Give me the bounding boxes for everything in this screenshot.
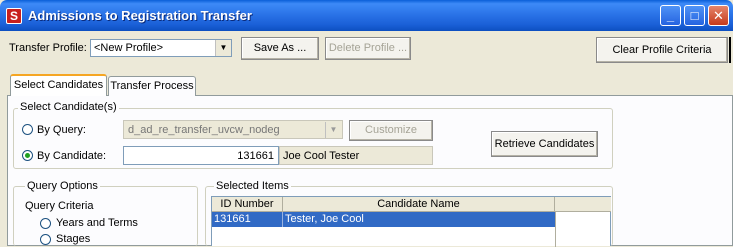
customize-button[interactable]: Customize bbox=[349, 120, 433, 141]
years-terms-label: Years and Terms bbox=[56, 217, 138, 229]
column-header-name[interactable]: Candidate Name bbox=[283, 197, 555, 212]
by-query-radio[interactable] bbox=[22, 124, 33, 135]
column-header-id[interactable]: ID Number bbox=[212, 197, 283, 212]
query-value: d_ad_re_transfer_uvcw_nodeg bbox=[128, 124, 280, 136]
delete-profile-button[interactable]: Delete Profile ... bbox=[325, 37, 411, 60]
candidate-id-value: 131661 bbox=[237, 150, 274, 162]
candidate-id-field[interactable]: 131661 bbox=[123, 146, 279, 165]
clear-profile-criteria-button[interactable]: Clear Profile Criteria bbox=[596, 37, 728, 63]
query-criteria-label: Query Criteria bbox=[25, 200, 94, 212]
window-title: Admissions to Registration Transfer bbox=[28, 8, 252, 23]
selected-items-table[interactable]: ID Number Candidate Name 131661 Tester, … bbox=[211, 196, 611, 247]
candidate-name-field: Joe Cool Tester bbox=[279, 146, 433, 165]
query-dropdown[interactable]: d_ad_re_transfer_uvcw_nodeg ▼ bbox=[123, 120, 343, 139]
stages-label: Stages bbox=[56, 233, 91, 245]
tab-select-candidates[interactable]: Select Candidates bbox=[10, 74, 107, 96]
column-divider bbox=[555, 212, 556, 247]
app-icon: S bbox=[6, 8, 22, 24]
maximize-button[interactable]: □ bbox=[684, 5, 705, 26]
minimize-button[interactable]: _ bbox=[660, 5, 681, 26]
transfer-profile-label: Transfer Profile: bbox=[9, 42, 87, 54]
chevron-down-icon[interactable]: ▼ bbox=[325, 122, 341, 138]
by-candidate-label: By Candidate: bbox=[37, 150, 107, 162]
query-options-group-title: Query Options bbox=[25, 180, 100, 192]
transfer-profile-value: <New Profile> bbox=[94, 42, 164, 54]
table-row[interactable]: 131661 Tester, Joe Cool bbox=[212, 212, 555, 227]
transfer-profile-dropdown[interactable]: <New Profile> ▼ bbox=[90, 39, 232, 57]
select-candidates-group-title: Select Candidate(s) bbox=[18, 101, 119, 113]
save-as-button[interactable]: Save As ... bbox=[241, 37, 319, 60]
row-id: 131661 bbox=[214, 213, 251, 225]
stages-radio[interactable] bbox=[40, 234, 51, 245]
candidate-name-value: Joe Cool Tester bbox=[283, 150, 360, 162]
tab-transfer-process[interactable]: Transfer Process bbox=[108, 76, 196, 96]
row-name: Tester, Joe Cool bbox=[285, 213, 364, 225]
row-divider bbox=[282, 212, 283, 227]
retrieve-candidates-button[interactable]: Retrieve Candidates bbox=[491, 131, 598, 157]
years-terms-radio[interactable] bbox=[40, 218, 51, 229]
chevron-down-icon[interactable]: ▼ bbox=[215, 40, 231, 56]
selected-items-group-title: Selected Items bbox=[214, 180, 291, 192]
toolbar-separator bbox=[729, 37, 731, 63]
column-header-empty bbox=[555, 197, 611, 212]
close-button[interactable]: ✕ bbox=[708, 5, 729, 26]
by-query-label: By Query: bbox=[37, 124, 86, 136]
by-candidate-radio[interactable] bbox=[22, 150, 33, 161]
